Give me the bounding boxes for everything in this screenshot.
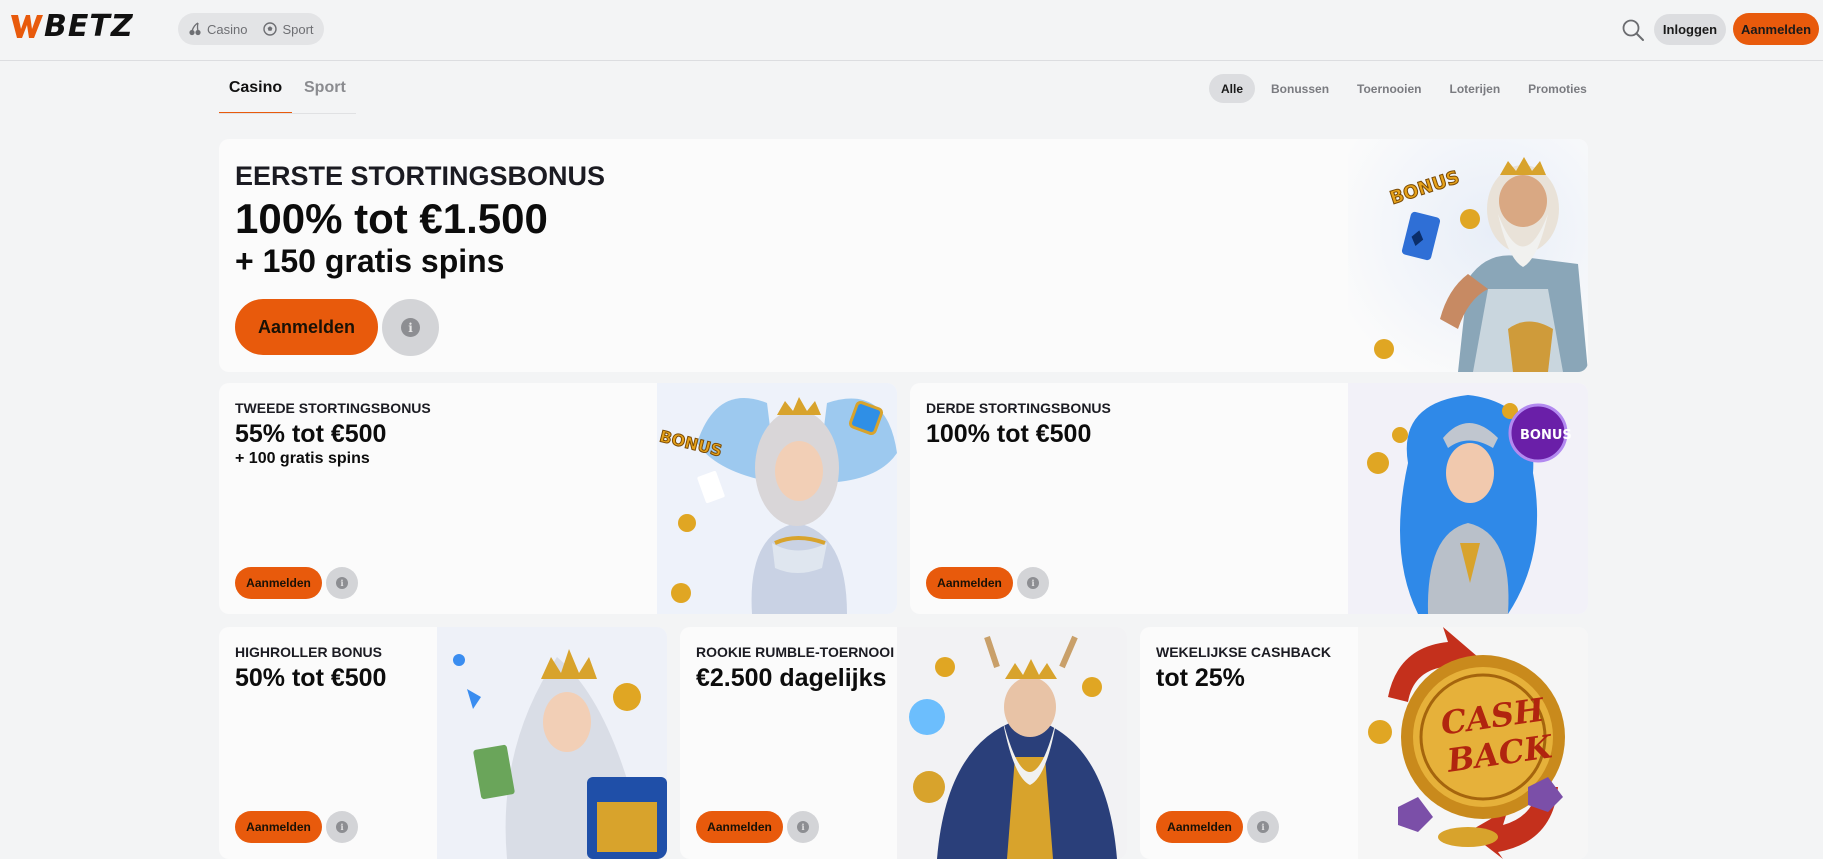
fairy-bonus-illustration: BONUS: [657, 383, 897, 614]
warrior-bonus-illustration: BONUS: [1348, 383, 1588, 614]
promo-headline: tot 25%: [1156, 664, 1245, 692]
search-icon: [1622, 19, 1644, 41]
logo-text: BETZ: [44, 8, 134, 44]
info-icon: i: [1027, 577, 1039, 589]
football-icon: [263, 22, 278, 36]
signup-button[interactable]: Aanmelden: [1733, 13, 1819, 45]
promo-card[interactable]: HIGHROLLER BONUS 50% tot €500 Aanmelden …: [219, 627, 667, 859]
zeus-bonus-illustration: BONUS: [1348, 139, 1588, 372]
signup-button[interactable]: Aanmelden: [235, 567, 322, 599]
promo-headline: 100% tot €500: [926, 420, 1092, 448]
login-button[interactable]: Inloggen: [1654, 14, 1726, 45]
brand-logo[interactable]: BETZ: [11, 8, 134, 44]
info-icon: i: [401, 318, 420, 337]
tabs-divider: [219, 113, 356, 114]
filter-promoties[interactable]: Promoties: [1516, 74, 1599, 103]
promo-headline: 55% tot €500: [235, 420, 387, 448]
wizard-tournament-illustration: [897, 627, 1127, 859]
signup-button[interactable]: Aanmelden: [696, 811, 783, 843]
mode-sport[interactable]: Sport: [263, 21, 314, 37]
info-icon: i: [797, 821, 809, 833]
promo-label: WEKELIJKSE CASHBACK: [1156, 644, 1332, 660]
signup-button[interactable]: Aanmelden: [1156, 811, 1243, 843]
promo-card-hero[interactable]: EERSTE STORTINGSBONUS 100% tot €1.500 + …: [219, 139, 1588, 372]
promo-label: TWEEDE STORTINGSBONUS: [235, 400, 431, 416]
info-button[interactable]: i: [787, 811, 819, 843]
promo-headline: €2.500 dagelijks: [696, 664, 887, 692]
promo-card[interactable]: WEKELIJKSE CASHBACK tot 25% Aanmelden i …: [1140, 627, 1588, 859]
hero-signup-button[interactable]: Aanmelden: [235, 299, 378, 355]
promo-label: DERDE STORTINGSBONUS: [926, 400, 1111, 416]
promo-label: HIGHROLLER BONUS: [235, 644, 382, 660]
filter-bonussen[interactable]: Bonussen: [1259, 74, 1341, 103]
cashback-coin-illustration: CASH BACK: [1358, 627, 1588, 859]
info-icon: i: [1257, 821, 1269, 833]
info-icon: i: [336, 821, 348, 833]
cherries-icon: [189, 22, 201, 36]
mode-casino-label: Casino: [207, 21, 248, 37]
hero-info-button[interactable]: i: [382, 299, 439, 356]
promo-label: EERSTE STORTINGSBONUS: [235, 161, 606, 191]
info-button[interactable]: i: [1017, 567, 1049, 599]
mode-casino[interactable]: Casino: [188, 22, 247, 37]
mode-switch: Casino Sport: [178, 13, 324, 45]
tab-sport[interactable]: Sport: [292, 68, 358, 114]
promo-card[interactable]: ROOKIE RUMBLE-TOERNOOI €2.500 dagelijks …: [680, 627, 1127, 859]
tab-casino[interactable]: Casino: [219, 68, 292, 114]
promo-card[interactable]: DERDE STORTINGSBONUS 100% tot €500 Aanme…: [910, 383, 1588, 614]
mode-sport-label: Sport: [282, 21, 314, 37]
info-button[interactable]: i: [326, 811, 358, 843]
top-bar: BETZ Casino Sport Inloggen Aanmelden: [0, 0, 1823, 61]
promo-card[interactable]: TWEEDE STORTINGSBONUS 55% tot €500 + 100…: [219, 383, 897, 614]
info-button[interactable]: i: [1247, 811, 1279, 843]
warrior-art-badge: BONUS: [1520, 428, 1572, 443]
promo-filters: Alle Bonussen Toernooien Loterijen Promo…: [1209, 74, 1599, 103]
filter-toernooien[interactable]: Toernooien: [1345, 74, 1433, 103]
promo-subline: + 150 gratis spins: [235, 243, 505, 279]
promo-subline: + 100 gratis spins: [235, 450, 370, 467]
main-tabs: Casino Sport: [219, 68, 358, 114]
signup-button[interactable]: Aanmelden: [235, 811, 322, 843]
search-button[interactable]: [1620, 17, 1646, 43]
queen-treasure-illustration: [437, 627, 667, 859]
logo-w-icon: [11, 15, 43, 38]
promo-headline: 50% tot €500: [235, 664, 387, 692]
info-button[interactable]: i: [326, 567, 358, 599]
signup-button[interactable]: Aanmelden: [926, 567, 1013, 599]
promo-headline: 100% tot €1.500: [235, 195, 548, 242]
filter-loterijen[interactable]: Loterijen: [1437, 74, 1512, 103]
filter-alle[interactable]: Alle: [1209, 74, 1256, 103]
promo-label: ROOKIE RUMBLE-TOERNOOI: [696, 644, 895, 660]
info-icon: i: [336, 577, 348, 589]
